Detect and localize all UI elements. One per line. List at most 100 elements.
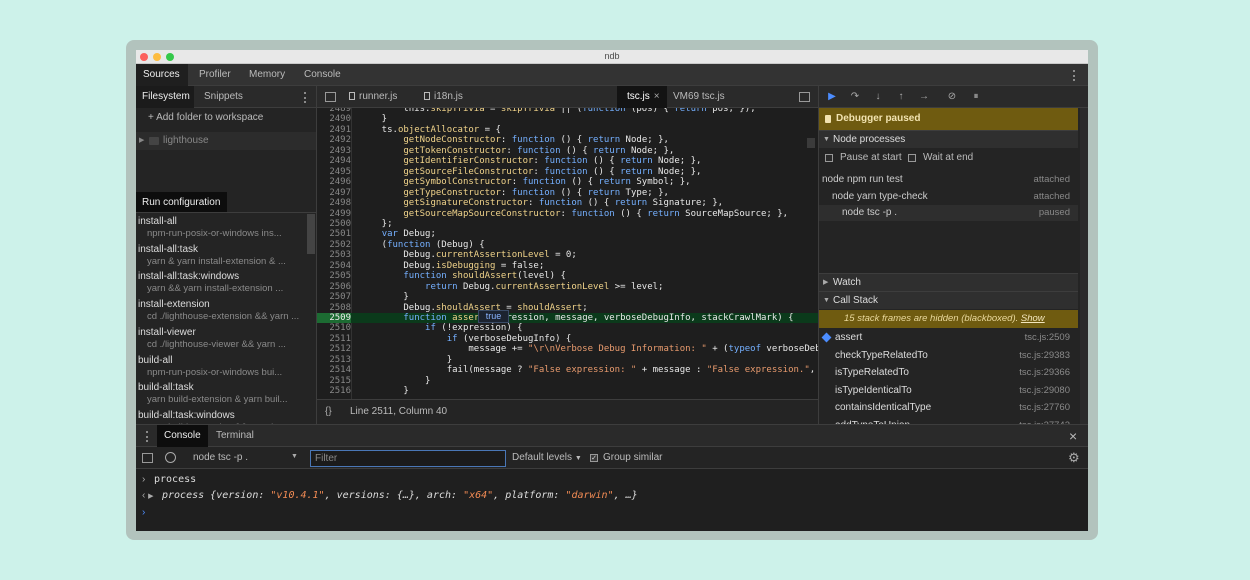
run-config-item[interactable]: build-all:task:windowsyarn build-extensi… bbox=[138, 410, 306, 424]
clear-console-icon[interactable] bbox=[165, 452, 176, 463]
line-number[interactable]: 2516 bbox=[317, 386, 351, 396]
tab-sources[interactable]: Sources bbox=[136, 64, 188, 86]
code-line[interactable]: 2514 fail(message ? "False expression: "… bbox=[317, 365, 818, 375]
group-similar-checkbox[interactable]: ✓ bbox=[590, 454, 598, 462]
line-number[interactable]: 2509 bbox=[317, 313, 351, 324]
line-number[interactable]: 2494 bbox=[317, 156, 351, 166]
resume-icon[interactable]: ▶ bbox=[825, 90, 839, 104]
frame-location[interactable]: tsc.js:29080 bbox=[1019, 382, 1070, 399]
code-line[interactable]: 2495 getSourceFileConstructor: function … bbox=[317, 167, 818, 177]
code-line[interactable]: 2498 getSignatureConstructor: function (… bbox=[317, 198, 818, 208]
expand-arrow-icon[interactable]: ▶ bbox=[139, 136, 144, 144]
gear-icon[interactable]: ⚙ bbox=[1068, 450, 1080, 466]
line-number[interactable]: 2492 bbox=[317, 135, 351, 145]
code-line[interactable]: 2503 Debug.currentAssertionLevel = 0; bbox=[317, 250, 818, 260]
line-number[interactable]: 2490 bbox=[317, 114, 351, 124]
process-row[interactable]: node tsc -p . paused bbox=[819, 205, 1078, 221]
editor-tab-tsc[interactable]: tsc.js × bbox=[617, 86, 667, 108]
line-number[interactable]: 2501 bbox=[317, 229, 351, 239]
code-line[interactable]: 2511 if (verboseDebugInfo) { bbox=[317, 334, 818, 344]
add-folder-button[interactable]: + Add folder to workspace bbox=[148, 112, 263, 123]
step-into-icon[interactable]: ↓ bbox=[871, 90, 885, 104]
log-levels-dropdown[interactable]: Default levels ▼ bbox=[512, 452, 582, 463]
call-frame[interactable]: containsIdenticalType tsc.js:27760 bbox=[819, 399, 1078, 417]
scrollbar[interactable] bbox=[807, 138, 815, 148]
dropdown-arrow-icon[interactable]: ▼ bbox=[291, 453, 298, 460]
close-drawer-icon[interactable]: × bbox=[1069, 428, 1077, 444]
code-line[interactable]: 2505 function shouldAssert(level) { bbox=[317, 271, 818, 281]
frame-location[interactable]: tsc.js:29383 bbox=[1019, 347, 1070, 364]
code-line[interactable]: 2497 getTypeConstructor: function () { r… bbox=[317, 188, 818, 198]
line-number[interactable]: 2499 bbox=[317, 209, 351, 219]
code-line[interactable]: 2510 if (!expression) { bbox=[317, 323, 818, 333]
line-number[interactable]: 2497 bbox=[317, 188, 351, 198]
tab-profiler[interactable]: Profiler bbox=[199, 64, 231, 86]
line-number[interactable]: 2503 bbox=[317, 250, 351, 260]
line-number[interactable]: 2498 bbox=[317, 198, 351, 208]
scrollbar[interactable] bbox=[307, 214, 315, 254]
tab-snippets[interactable]: Snippets bbox=[204, 86, 243, 108]
line-number[interactable]: 2500 bbox=[317, 219, 351, 229]
line-number[interactable]: 2505 bbox=[317, 271, 351, 281]
wait-at-end-checkbox[interactable] bbox=[908, 154, 916, 162]
line-number[interactable]: 2511 bbox=[317, 334, 351, 344]
console-output-line[interactable]: ‹ ▶ process {version: "v10.4.1", version… bbox=[136, 488, 1088, 504]
line-number[interactable]: 2515 bbox=[317, 376, 351, 386]
frame-location[interactable]: tsc.js:27760 bbox=[1019, 399, 1070, 416]
toggle-navigator-icon[interactable] bbox=[325, 92, 336, 102]
run-config-item[interactable]: install-all npm-run-posix-or-windows ins.… bbox=[138, 216, 306, 240]
tab-memory[interactable]: Memory bbox=[249, 64, 285, 86]
pause-at-start-checkbox[interactable] bbox=[825, 154, 833, 162]
pause-on-exceptions-icon[interactable]: ⏸ bbox=[969, 90, 983, 104]
line-number[interactable]: 2510 bbox=[317, 323, 351, 333]
code-line[interactable]: 2516 } bbox=[317, 386, 818, 396]
current-execution-line[interactable]: 2509 function assert(expression, message… bbox=[317, 313, 818, 324]
editor-tab-i18n[interactable]: i18n.js bbox=[424, 86, 463, 108]
navigator-menu-icon[interactable] bbox=[304, 92, 307, 103]
code-line[interactable]: 2493 getTokenConstructor: function () { … bbox=[317, 146, 818, 156]
deactivate-breakpoints-icon[interactable]: ⊘ bbox=[945, 90, 959, 104]
line-number[interactable]: 2496 bbox=[317, 177, 351, 187]
step-over-icon[interactable]: ↷ bbox=[848, 90, 862, 104]
run-config-item[interactable]: install-viewer cd ./lighthouse-viewer && … bbox=[138, 327, 306, 351]
editor-tab-runner[interactable]: runner.js bbox=[349, 86, 397, 108]
code-line[interactable]: 2490 } bbox=[317, 114, 818, 124]
line-number[interactable]: 2493 bbox=[317, 146, 351, 156]
code-line[interactable]: 2508 Debug.shouldAssert = shouldAssert; bbox=[317, 303, 818, 313]
line-number[interactable]: 2491 bbox=[317, 125, 351, 135]
call-frame[interactable]: isTypeIdenticalTo tsc.js:29080 bbox=[819, 382, 1078, 400]
scrollbar[interactable] bbox=[1080, 108, 1088, 424]
close-tab-icon[interactable]: × bbox=[654, 91, 660, 102]
line-number[interactable]: 2506 bbox=[317, 282, 351, 292]
filter-input[interactable] bbox=[310, 450, 506, 467]
code-line[interactable]: 2515 } bbox=[317, 376, 818, 386]
line-number[interactable]: 2504 bbox=[317, 261, 351, 271]
line-number[interactable]: 2495 bbox=[317, 167, 351, 177]
run-config-item[interactable]: install-all:task:windows yarn && yarn ins… bbox=[138, 271, 306, 295]
watch-header[interactable]: ▶ Watch bbox=[819, 273, 1078, 291]
pretty-print-icon[interactable]: {} bbox=[325, 406, 332, 417]
folder-tree-item[interactable]: ▶ lighthouse bbox=[136, 132, 316, 150]
line-number[interactable]: 2514 bbox=[317, 365, 351, 375]
process-row[interactable]: node yarn type-check attached bbox=[819, 189, 1078, 205]
drawer-tab-console[interactable]: Console bbox=[157, 425, 208, 447]
code-line[interactable]: 2506 return Debug.currentAssertionLevel … bbox=[317, 282, 818, 292]
frame-location[interactable]: tsc.js:2509 bbox=[1025, 329, 1070, 346]
frame-location[interactable]: tsc.js:27742 bbox=[1019, 417, 1070, 424]
code-line[interactable]: 2507 } bbox=[317, 292, 818, 302]
code-line[interactable]: 2496 getSymbolConstructor: function () {… bbox=[317, 177, 818, 187]
toggle-debugger-icon[interactable] bbox=[799, 92, 810, 102]
show-sidebar-icon[interactable] bbox=[142, 453, 153, 463]
context-selector[interactable]: node tsc -p . bbox=[193, 452, 248, 463]
editor-tab-vm69[interactable]: VM69 tsc.js bbox=[673, 86, 725, 108]
tab-console[interactable]: Console bbox=[304, 64, 341, 86]
code-line[interactable]: 2492 getNodeConstructor: function () { r… bbox=[317, 135, 818, 145]
code-line[interactable]: 2504 Debug.isDebugging = false; bbox=[317, 261, 818, 271]
call-frame[interactable]: addTypeToUnion tsc.js:27742 bbox=[819, 417, 1078, 424]
code-line[interactable]: 2489 this.skipTrivia = skipTrivia || (fu… bbox=[317, 108, 818, 114]
line-number[interactable]: 2512 bbox=[317, 344, 351, 354]
line-number[interactable]: 2489 bbox=[317, 108, 351, 114]
code-line[interactable]: 2499 getSourceMapSourceConstructor: func… bbox=[317, 209, 818, 219]
run-config-item[interactable]: install-extension cd ./lighthouse-extensi… bbox=[138, 299, 306, 323]
run-config-item[interactable]: install-all:task yarn & yarn install-exte… bbox=[138, 244, 306, 268]
